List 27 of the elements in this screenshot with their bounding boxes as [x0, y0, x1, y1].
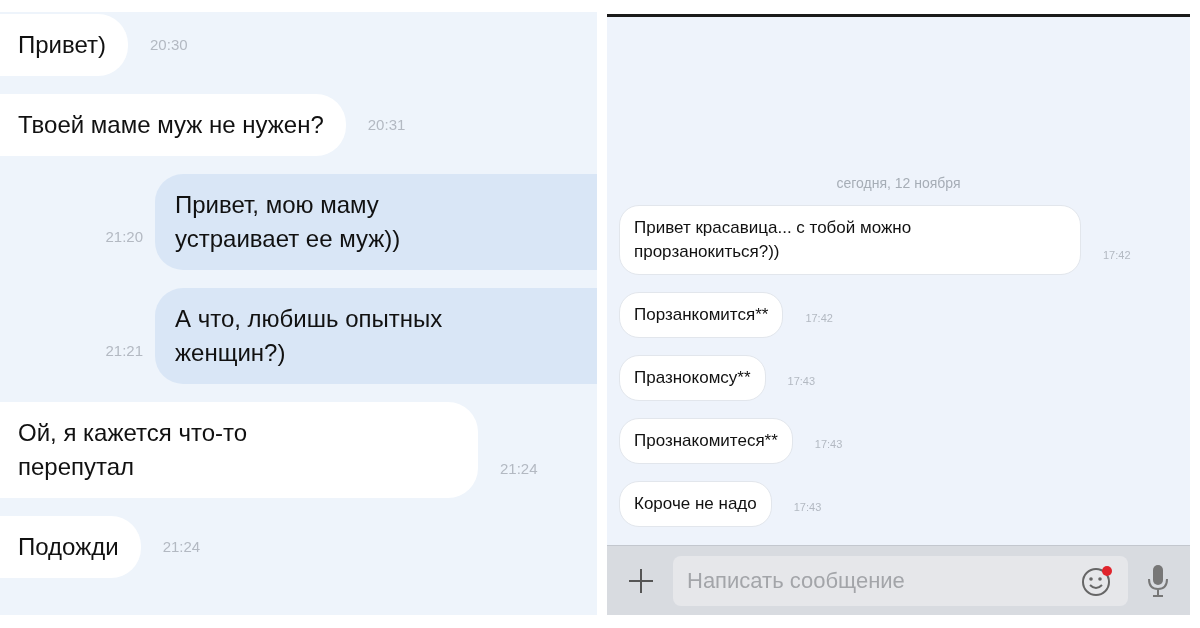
message-bubble: Твоей маме муж не нужен?	[0, 94, 346, 156]
message-bubble: Подожди	[0, 516, 141, 578]
message-time: 20:31	[367, 114, 406, 135]
message-bubble: Привет, мою маму устраивает ее муж))	[155, 174, 597, 270]
message-bubble: Привет красавица... с тобой можно прорзанокиться?))	[619, 205, 1081, 275]
message-input[interactable]: Написать сообщение	[673, 555, 1128, 606]
message-time: 21:24	[162, 536, 201, 557]
message-bubble: Ой, я кажется что-то перепутал	[0, 402, 478, 498]
message-bubble: Привет)	[0, 14, 129, 76]
message-time: 17:42	[805, 310, 833, 326]
message-time: 20:30	[150, 34, 188, 55]
message-time: 21:21	[105, 340, 143, 361]
message-time: 17:43	[793, 499, 822, 515]
message-time: 21:24	[500, 458, 538, 479]
message-time: 17:43	[814, 436, 843, 452]
smiley-icon[interactable]	[1080, 563, 1114, 598]
message-bubble: А что, любишь опытных женщин?)	[155, 288, 597, 384]
message-bubble: Празнокомсу**	[619, 355, 766, 401]
message-bubble: Короче не надо	[619, 481, 772, 527]
message-bubble: Прознакомитеся**	[619, 418, 793, 464]
date-divider: сегодня, 12 ноября	[836, 174, 961, 193]
message-time: 21:20	[105, 226, 143, 247]
plus-icon[interactable]	[627, 566, 655, 595]
message-time: 17:42	[1103, 247, 1131, 263]
microphone-icon[interactable]	[1146, 562, 1170, 599]
message-time: 17:43	[787, 373, 816, 389]
message-bubble: Порзанкомится**	[619, 292, 784, 338]
